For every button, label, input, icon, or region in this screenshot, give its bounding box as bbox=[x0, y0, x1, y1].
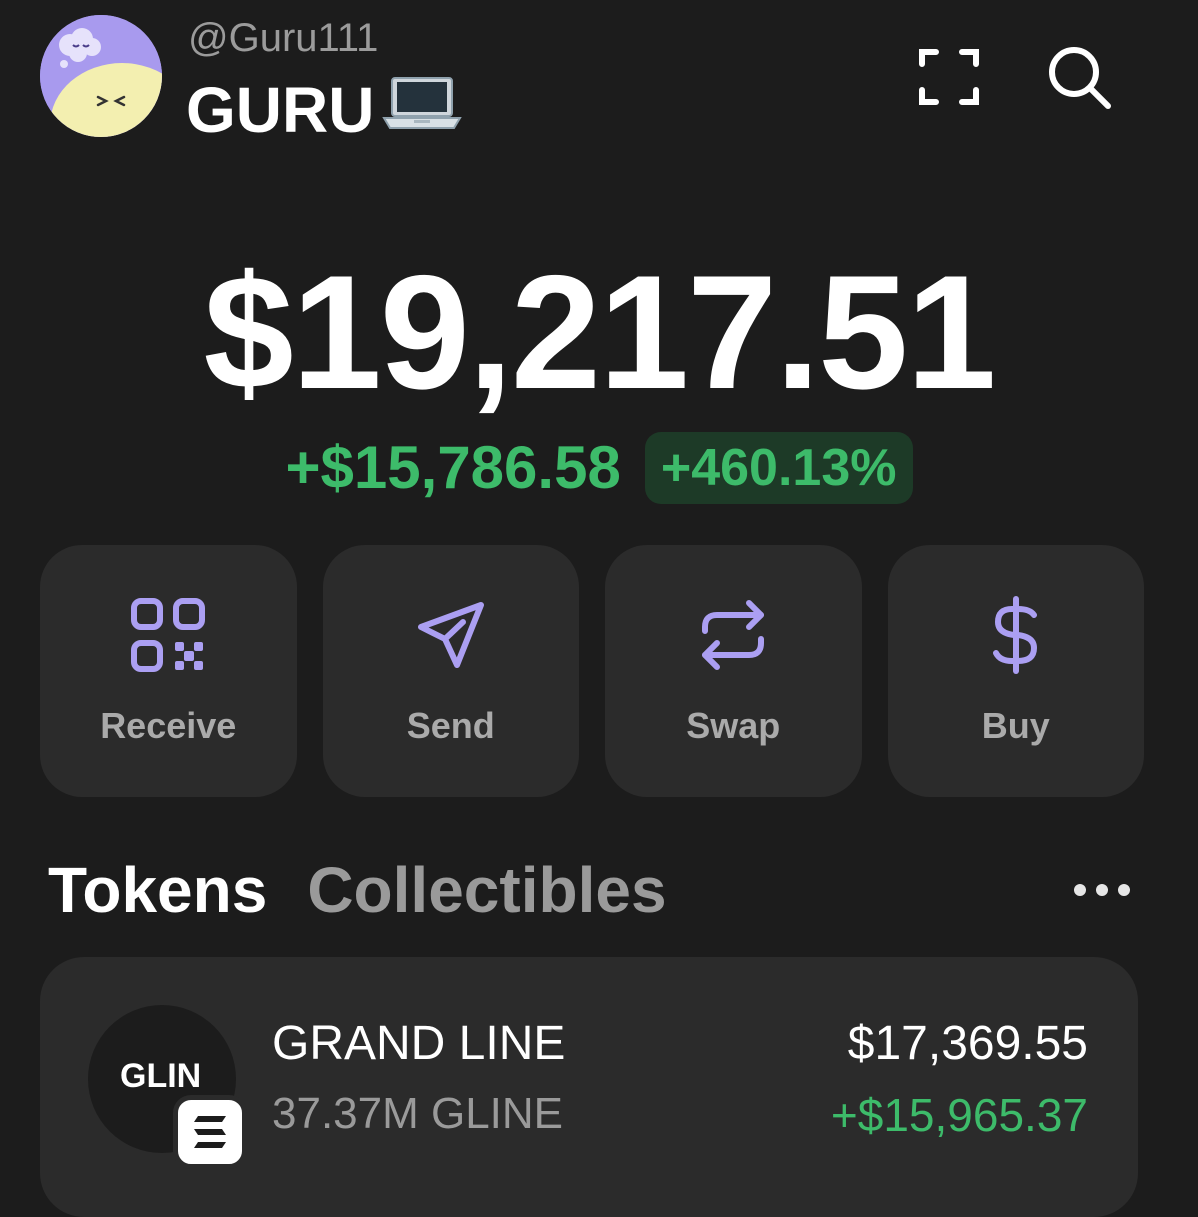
receive-label: Receive bbox=[100, 705, 237, 746]
asset-tabs: Tokens Collectibles bbox=[48, 852, 667, 928]
tab-tokens[interactable]: Tokens bbox=[48, 852, 267, 928]
more-options-icon[interactable] bbox=[1070, 870, 1134, 910]
swap-button[interactable]: Swap bbox=[605, 545, 862, 797]
solana-icon bbox=[173, 1095, 247, 1169]
token-value: $17,369.55 bbox=[847, 1017, 1088, 1070]
display-name-text: GURU bbox=[186, 74, 375, 146]
balance-change-amount: +$15,786.58 bbox=[285, 434, 621, 501]
token-change: +$15,965.37 bbox=[830, 1089, 1088, 1141]
balance-change-percent-badge: +460.13% bbox=[644, 432, 913, 504]
scan-icon[interactable] bbox=[914, 42, 984, 112]
username: @Guru111 bbox=[188, 16, 379, 60]
swap-icon bbox=[702, 600, 765, 670]
token-row[interactable]: GLIN GRAND LINE 37.37M GLINE $17,369.55 … bbox=[40, 957, 1138, 1217]
swap-label: Swap bbox=[686, 705, 781, 746]
token-amount: 37.37M GLINE bbox=[272, 1089, 564, 1138]
dollar-icon bbox=[992, 596, 1037, 674]
laptop-emoji-icon bbox=[382, 72, 463, 148]
qr-code-icon bbox=[131, 598, 206, 672]
receive-button[interactable]: Receive bbox=[40, 545, 297, 797]
send-button[interactable]: Send bbox=[322, 545, 579, 797]
token-name: GRAND LINE bbox=[272, 1017, 566, 1070]
action-buttons: Receive Send Swap Buy bbox=[40, 545, 1144, 797]
total-balance: $19,217.51 bbox=[203, 242, 997, 423]
tab-collectibles[interactable]: Collectibles bbox=[307, 852, 666, 928]
token-logo-text: GLIN bbox=[120, 1057, 202, 1095]
display-name: GURU bbox=[186, 72, 463, 148]
send-icon bbox=[417, 602, 484, 668]
buy-label: Buy bbox=[981, 705, 1050, 746]
balance-change: +$15,786.58 +460.13% bbox=[0, 432, 1198, 504]
send-label: Send bbox=[406, 705, 495, 746]
search-icon[interactable] bbox=[1044, 42, 1114, 112]
buy-button[interactable]: Buy bbox=[887, 545, 1144, 797]
avatar[interactable] bbox=[40, 15, 162, 137]
